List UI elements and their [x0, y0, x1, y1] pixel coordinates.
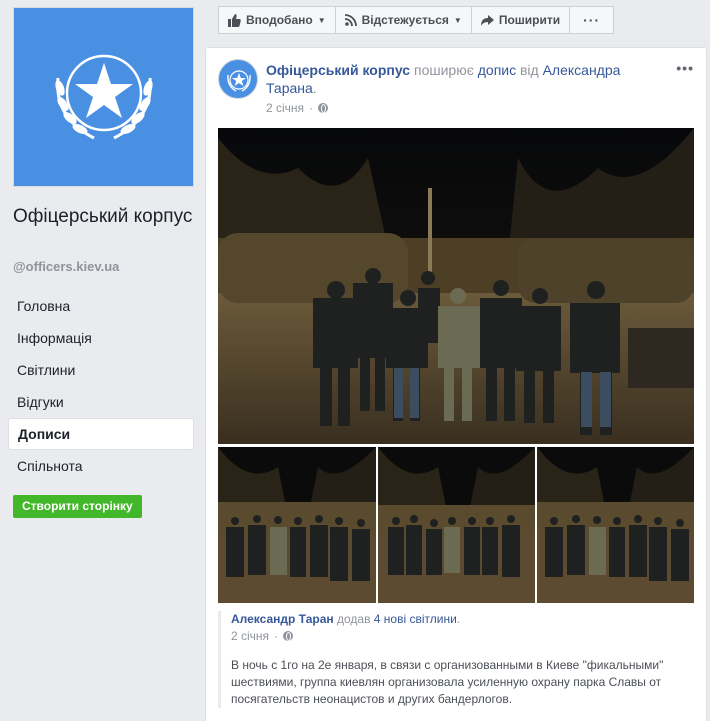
post-header: Офіцерський корпус поширює допис від Але…: [266, 62, 621, 96]
shared-timestamp[interactable]: 2 січня ·: [231, 629, 694, 643]
chevron-down-icon: ▼: [453, 15, 462, 25]
shared-post-header: Александр Таран додав 4 нові світлини.: [231, 612, 461, 626]
more-options-button[interactable]: ···: [570, 7, 613, 33]
share-label: Поширити: [498, 13, 561, 27]
shared-author-link[interactable]: Александр Таран: [231, 612, 334, 626]
share-button[interactable]: Поширити: [472, 7, 571, 33]
nav-item-about[interactable]: Інформація: [8, 322, 194, 354]
rss-icon: [344, 14, 357, 26]
un-emblem-icon: [14, 8, 193, 186]
globe-icon: [318, 103, 329, 113]
nav-item-posts[interactable]: Дописи: [8, 418, 194, 450]
shared-post-text: В ночь с 1го на 2е января, в связи с орг…: [231, 658, 664, 706]
un-emblem-icon: [227, 70, 251, 92]
liked-button[interactable]: Вподобано ▼: [219, 7, 336, 33]
dot-separator: ·: [309, 101, 314, 115]
share-arrow-icon: [480, 14, 494, 26]
page-profile-picture[interactable]: [13, 7, 194, 187]
nav-item-home[interactable]: Головна: [8, 290, 194, 322]
post-card: Офіцерський корпус поширює допис від Але…: [205, 47, 707, 721]
globe-icon: [283, 631, 294, 641]
post-photo-main[interactable]: [218, 128, 694, 444]
dot-separator: ·: [274, 629, 279, 643]
post-author-link[interactable]: Офіцерський корпус: [266, 62, 410, 78]
post-from: від: [519, 62, 539, 78]
chevron-down-icon: ▼: [317, 15, 326, 25]
shared-verb: додав: [336, 612, 371, 626]
liked-label: Вподобано: [246, 13, 313, 27]
page-title: Офіцерський корпус: [13, 206, 193, 227]
thumbs-up-icon: [228, 13, 241, 27]
post-author-avatar[interactable]: [218, 59, 258, 99]
create-page-button[interactable]: Створити сторінку: [13, 495, 142, 518]
post-verb: поширює: [413, 62, 474, 78]
shared-post: Александр Таран додав 4 нові світлини. 2…: [218, 611, 694, 708]
following-button[interactable]: Відстежується ▼: [336, 7, 472, 33]
nav-item-photos[interactable]: Світлини: [8, 354, 194, 386]
post-timestamp[interactable]: 2 січня ·: [266, 101, 329, 115]
night-group-photo: [218, 128, 694, 444]
night-group-photo: [537, 447, 694, 603]
page-nav: Головна Інформація Світлини Відгуки Допи…: [8, 290, 194, 482]
post-photo-thumb-2[interactable]: [378, 447, 535, 603]
post-options-icon[interactable]: •••: [676, 60, 694, 76]
night-group-photo: [378, 447, 535, 603]
new-photos-link[interactable]: 4 нові світлини: [374, 612, 457, 626]
page-action-bar: Вподобано ▼ Відстежується ▼ Поширити ···: [218, 6, 615, 34]
nav-item-community[interactable]: Спільнота: [8, 450, 194, 482]
post-timestamp-text: 2 січня: [266, 101, 305, 115]
page-handle[interactable]: @officers.kiev.ua: [13, 259, 119, 274]
post-photo-thumb-3[interactable]: [537, 447, 694, 603]
night-group-photo: [218, 447, 376, 603]
nav-item-reviews[interactable]: Відгуки: [8, 386, 194, 418]
following-label: Відстежується: [361, 13, 449, 27]
post-photo-thumb-1[interactable]: [218, 447, 376, 603]
shared-post-link[interactable]: допис: [478, 62, 516, 78]
shared-timestamp-text: 2 січня: [231, 629, 270, 643]
